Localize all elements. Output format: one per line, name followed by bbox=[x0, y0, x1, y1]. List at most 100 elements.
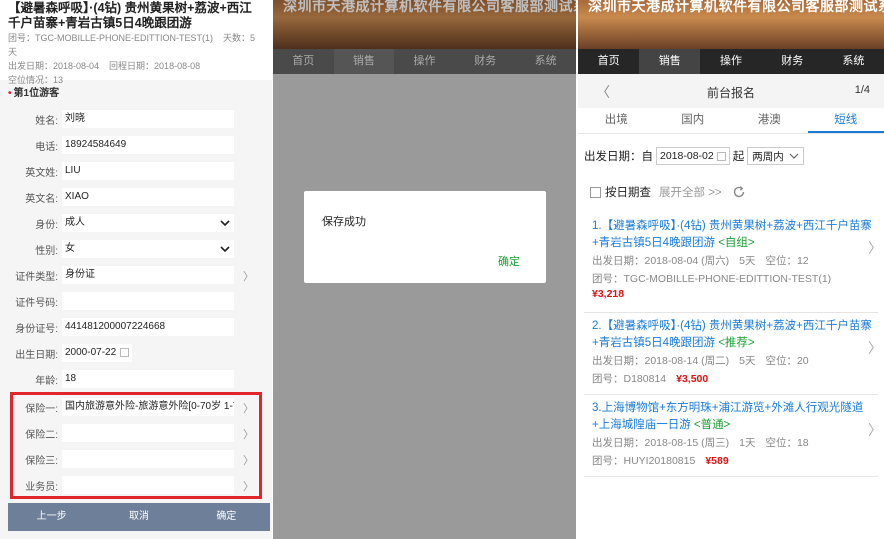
nav-finance[interactable]: 财务 bbox=[762, 49, 823, 74]
tourist-form-panel: 【避暑森呼吸】·(4钻) 贵州黄果树+荔波+西江千户苗寨+青岩古镇5日4晚跟团游… bbox=[0, 0, 272, 539]
return-date: 回程日期：2018-08-08 bbox=[109, 61, 201, 71]
dialog-ok-button[interactable]: 确定 bbox=[498, 253, 520, 269]
prev-step-button[interactable]: 上一步 bbox=[8, 503, 95, 531]
tab-short-trip[interactable]: 短线 bbox=[807, 108, 884, 133]
list-item[interactable]: 1.【避暑森呼吸】·(4钻) 贵州黄果树+荔波+西江千户苗寨+青岩古镇5日4晚跟… bbox=[592, 218, 882, 300]
en-last-label: 英文姓: bbox=[25, 167, 58, 179]
item-days: 1天 bbox=[739, 437, 756, 449]
dialog-message: 保存成功 bbox=[322, 216, 366, 228]
gender-row: 性别: 女 bbox=[8, 236, 270, 262]
item-days: 5天 bbox=[739, 255, 756, 267]
nav-home[interactable]: 首页 bbox=[578, 49, 639, 74]
banner: 深圳市天港成计算机软件有限公司客服部测试系统 bbox=[578, 0, 884, 49]
tab-outbound[interactable]: 出境 bbox=[578, 108, 655, 133]
identity-row: 身份: 成人 bbox=[8, 210, 270, 236]
item-group: 团号：HUYI20180815 bbox=[592, 455, 696, 467]
cert-type-row[interactable]: 证件类型: 身份证 〉 bbox=[8, 262, 270, 288]
tab-hk-macau[interactable]: 港澳 bbox=[731, 108, 808, 133]
main-nav: 首页 销售 操作 财务 系统 bbox=[273, 49, 576, 74]
page-indicator: 1/4 bbox=[854, 84, 870, 96]
cert-type-label: 证件类型: bbox=[15, 271, 58, 283]
category-tabs: 出境 国内 港澳 短线 bbox=[578, 108, 884, 134]
phone-label: 电话: bbox=[35, 141, 58, 153]
item-vacancy: 空位：18 bbox=[765, 437, 809, 449]
birth-date-input[interactable]: 2000-07-22 bbox=[62, 344, 132, 362]
item-tag: <推荐> bbox=[718, 337, 755, 349]
expand-all-link[interactable]: 展开全部 >> bbox=[659, 184, 722, 200]
chevron-right-icon: 〉 bbox=[243, 271, 254, 283]
item-date: 出发日期：2018-08-04 (周六) bbox=[592, 255, 730, 267]
id-no-row: 身份证号: 441481200007224668 bbox=[8, 314, 270, 340]
item-tag: <自组> bbox=[718, 237, 755, 249]
page-title: 前台报名 bbox=[706, 86, 755, 100]
cancel-button[interactable]: 取消 bbox=[95, 503, 182, 531]
identity-select[interactable]: 成人 bbox=[62, 214, 234, 232]
calendar-icon bbox=[716, 151, 726, 161]
by-date-label: 按日期查 bbox=[605, 187, 651, 199]
nav-sales[interactable]: 销售 bbox=[639, 49, 701, 74]
chevron-down-icon bbox=[789, 153, 799, 159]
start-date-input[interactable]: 2018-08-02 bbox=[656, 147, 730, 165]
nav-home[interactable]: 首页 bbox=[273, 49, 334, 74]
chevron-down-icon bbox=[220, 246, 230, 253]
cert-no-row: 证件号码: bbox=[8, 288, 270, 314]
name-input[interactable]: 刘晓 bbox=[62, 110, 234, 128]
item-group: 团号：TGC-MOBILLE-PHONE-EDITTION-TEST(1) bbox=[592, 273, 832, 285]
nav-system[interactable]: 系统 bbox=[515, 49, 576, 74]
required-mark: • bbox=[8, 88, 12, 99]
age-input[interactable]: 18 bbox=[62, 370, 234, 388]
chevron-right-icon: 〉 bbox=[868, 240, 882, 256]
banner: 深圳市天港成计算机软件有限公司客服部测试系统 bbox=[273, 0, 576, 49]
gender-select[interactable]: 女 bbox=[62, 240, 234, 258]
calendar-icon bbox=[120, 347, 130, 357]
banner-title: 深圳市天港成计算机软件有限公司客服部测试系统 bbox=[283, 0, 576, 14]
query-options: 按日期查 展开全部 >> bbox=[590, 184, 746, 200]
nav-operations[interactable]: 操作 bbox=[700, 49, 761, 74]
en-last-input[interactable]: LIU bbox=[62, 162, 234, 180]
item-days: 5天 bbox=[739, 355, 756, 367]
date-filter: 出发日期：自 2018-08-02 起 两周内 bbox=[584, 147, 805, 165]
list-item[interactable]: 3.上海博物馆+东方明珠+浦江游览+外滩人行观光隧道+上海城隍庙一日游 <普通>… bbox=[592, 400, 882, 470]
age-label: 年龄: bbox=[35, 375, 58, 387]
refresh-icon[interactable] bbox=[732, 185, 746, 199]
depart-date: 出发日期：2018-08-04 bbox=[8, 61, 100, 71]
item-vacancy: 空位：20 bbox=[765, 355, 809, 367]
nav-sales[interactable]: 销售 bbox=[333, 49, 395, 74]
success-dialog: 保存成功 确定 bbox=[304, 191, 546, 283]
divider bbox=[584, 312, 878, 313]
en-first-input[interactable]: XIAO bbox=[62, 188, 234, 206]
nav-operations[interactable]: 操作 bbox=[394, 49, 455, 74]
chevron-right-icon: 〉 bbox=[868, 422, 882, 438]
confirm-button[interactable]: 确定 bbox=[183, 503, 270, 531]
form-footer: 上一步 取消 确定 bbox=[8, 503, 270, 531]
en-last-row: 英文姓: LIU bbox=[8, 158, 270, 184]
nav-finance[interactable]: 财务 bbox=[455, 49, 516, 74]
main-nav: 首页 销售 操作 财务 系统 bbox=[578, 49, 884, 74]
nav-system[interactable]: 系统 bbox=[823, 49, 884, 74]
en-first-label: 英文名: bbox=[25, 193, 58, 205]
depart-from-label: 出发日期：自 bbox=[584, 151, 653, 163]
by-date-checkbox[interactable] bbox=[590, 186, 601, 198]
group-no: 团号：TGC-MOBILLE-PHONE-EDITTION-TEST(1) bbox=[8, 33, 214, 43]
registration-list-panel: 深圳市天港成计算机软件有限公司客服部测试系统 首页 销售 操作 财务 系统 〈 … bbox=[578, 0, 884, 539]
list-item[interactable]: 2.【避暑森呼吸】·(4钻) 贵州黄果树+荔波+西江千户苗寨+青岩古镇5日4晚跟… bbox=[592, 318, 882, 388]
save-success-panel: 深圳市天港成计算机软件有限公司客服部测试系统 首页 销售 操作 财务 系统 保存… bbox=[273, 0, 576, 539]
birth-row: 出生日期: 2000-07-22 bbox=[8, 340, 270, 366]
range-select[interactable]: 两周内 bbox=[747, 147, 805, 165]
tab-domestic[interactable]: 国内 bbox=[655, 108, 732, 133]
section-title: • 第1位游客 bbox=[8, 88, 60, 99]
item-group: 团号：D180814 bbox=[592, 373, 667, 385]
banner-title: 深圳市天港成计算机软件有限公司客服部测试系统 bbox=[588, 0, 884, 14]
cert-type-select[interactable]: 身份证 bbox=[62, 266, 234, 284]
age-row: 年龄: 18 bbox=[8, 366, 270, 392]
phone-input[interactable]: 18924584649 bbox=[62, 136, 234, 154]
en-first-row: 英文名: XIAO bbox=[8, 184, 270, 210]
highlight-box bbox=[10, 392, 262, 499]
item-vacancy: 空位：12 bbox=[765, 255, 809, 267]
item-date: 出发日期：2018-08-14 (周二) bbox=[592, 355, 730, 367]
gender-label: 性别: bbox=[35, 245, 58, 257]
cert-no-input[interactable] bbox=[62, 292, 234, 310]
modal-overlay bbox=[273, 74, 576, 539]
id-no-label: 身份证号: bbox=[15, 323, 58, 335]
id-no-input[interactable]: 441481200007224668 bbox=[62, 318, 234, 336]
